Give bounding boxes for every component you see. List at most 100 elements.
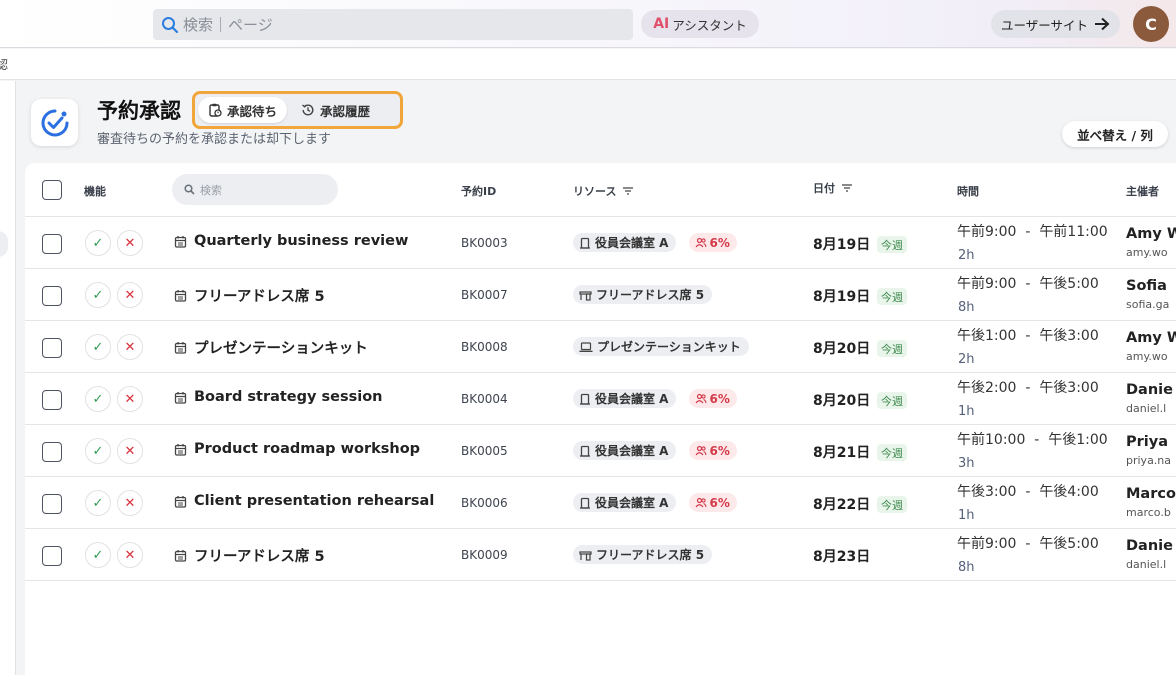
resource-chip[interactable]: 役員会議室 A bbox=[573, 441, 677, 460]
row-checkbox[interactable] bbox=[42, 338, 62, 358]
check-icon: ✓ bbox=[92, 339, 104, 355]
approve-button[interactable]: ✓ bbox=[85, 230, 111, 256]
booking-time: 午前9:00 - 午前11:00 bbox=[957, 224, 1108, 240]
resource-chip[interactable]: 役員会議室 A bbox=[573, 389, 677, 408]
booking-title[interactable]: Quarterly business review bbox=[174, 233, 408, 249]
ai-assistant-button[interactable]: AI アシスタント bbox=[641, 10, 759, 38]
sort-columns-button[interactable]: 並べ替え / 列 bbox=[1062, 121, 1168, 147]
resource-chip[interactable]: プレゼンテーションキット bbox=[573, 337, 749, 356]
column-time[interactable]: 時間 bbox=[957, 183, 979, 199]
capacity-badge: 6% bbox=[688, 493, 737, 512]
resource-chip[interactable]: フリーアドレス席 5 bbox=[573, 285, 713, 304]
table-row[interactable]: ✓ ✕ プレゼンテーションキット BK0008 プレゼンテーションキット 8月20日 今週 午… bbox=[25, 321, 1176, 373]
booking-title[interactable]: フリーアドレス席 5 bbox=[174, 545, 325, 566]
global-search[interactable]: 検索｜ページ bbox=[153, 9, 633, 40]
capacity-badge: 6% bbox=[688, 389, 737, 408]
approve-button[interactable]: ✓ bbox=[85, 282, 111, 308]
ai-assistant-label: アシスタント bbox=[672, 17, 747, 33]
reject-button[interactable]: ✕ bbox=[117, 386, 143, 412]
row-checkbox[interactable] bbox=[42, 546, 62, 566]
column-booking-id[interactable]: 予約ID bbox=[461, 183, 496, 199]
page-title: 予約承認 bbox=[97, 99, 181, 123]
booking-date: 8月23日 bbox=[813, 549, 871, 565]
booking-title-text: Client presentation rehearsal bbox=[194, 493, 435, 509]
people-icon bbox=[695, 497, 707, 508]
table-search-input[interactable]: 検索 bbox=[172, 174, 338, 205]
host-name: Marco bbox=[1126, 486, 1176, 502]
table-row[interactable]: ✓ ✕ フリーアドレス席 5 BK0007 フリーアドレス席 5 8月19日 今週 午前9:0… bbox=[25, 269, 1176, 321]
breadcrumb[interactable]: 認 bbox=[0, 56, 8, 73]
reject-button[interactable]: ✕ bbox=[117, 282, 143, 308]
table-row[interactable]: ✓ ✕ Client presentation rehearsal BK0006 役員会… bbox=[25, 477, 1176, 529]
booking-duration: 8h bbox=[958, 300, 975, 315]
calendar-icon bbox=[174, 495, 187, 508]
calendar-icon bbox=[174, 443, 187, 456]
resource-chip[interactable]: 役員会議室 A bbox=[573, 493, 677, 512]
row-checkbox[interactable] bbox=[42, 390, 62, 410]
capacity-percent: 6% bbox=[709, 391, 730, 406]
filter-icon[interactable] bbox=[622, 186, 634, 196]
booking-title[interactable]: フリーアドレス席 5 bbox=[174, 285, 325, 306]
table-row[interactable]: ✓ ✕ フリーアドレス席 5 BK0009 フリーアドレス席 5 8月23日 午前9:00 … bbox=[25, 529, 1176, 581]
global-search-placeholder: 検索｜ページ bbox=[183, 16, 273, 34]
column-resource[interactable]: リソース bbox=[573, 183, 634, 199]
end-time: 午前11:00 bbox=[1039, 224, 1108, 240]
tab-pending[interactable]: 承認待ち bbox=[198, 97, 288, 123]
approve-button[interactable]: ✓ bbox=[85, 542, 111, 568]
booking-title-text: Product roadmap workshop bbox=[194, 441, 421, 457]
top-bar: 検索｜ページ AI アシスタント ユーザーサイト C bbox=[0, 0, 1176, 48]
reject-button[interactable]: ✕ bbox=[117, 490, 143, 516]
booking-title[interactable]: Client presentation rehearsal bbox=[174, 493, 434, 509]
row-checkbox[interactable] bbox=[42, 286, 62, 306]
reject-button[interactable]: ✕ bbox=[117, 438, 143, 464]
booking-date: 8月22日 bbox=[813, 497, 871, 513]
booking-title-text: Quarterly business review bbox=[194, 233, 409, 249]
host-email: amy.wo bbox=[1126, 246, 1168, 259]
approve-button[interactable]: ✓ bbox=[85, 490, 111, 516]
resource-label: フリーアドレス席 5 bbox=[596, 548, 705, 562]
sidebar-handle[interactable] bbox=[0, 231, 8, 257]
this-week-badge: 今週 bbox=[877, 392, 907, 409]
host-name: Priya bbox=[1126, 434, 1168, 450]
tab-history[interactable]: 承認履歴 bbox=[291, 97, 380, 123]
host-email: daniel.l bbox=[1126, 402, 1167, 415]
breadcrumb-bar: 認 bbox=[0, 49, 1176, 80]
booking-id: BK0005 bbox=[461, 444, 508, 458]
resource-label: 役員会議室 A bbox=[595, 236, 669, 250]
reject-button[interactable]: ✕ bbox=[117, 334, 143, 360]
booking-title[interactable]: プレゼンテーションキット bbox=[174, 337, 368, 358]
start-time: 午前9:00 bbox=[957, 536, 1017, 552]
filter-icon[interactable] bbox=[841, 183, 853, 193]
user-site-button[interactable]: ユーザーサイト bbox=[991, 10, 1120, 38]
booking-duration: 3h bbox=[958, 456, 975, 471]
capacity-percent: 6% bbox=[709, 235, 730, 250]
booking-title[interactable]: Board strategy session bbox=[174, 389, 383, 405]
table-row[interactable]: ✓ ✕ Product roadmap workshop BK0005 役員会議室 A 6… bbox=[25, 425, 1176, 477]
host-name: Danie bbox=[1126, 538, 1173, 554]
booking-date: 8月19日 bbox=[813, 289, 871, 305]
row-checkbox[interactable] bbox=[42, 494, 62, 514]
approve-button[interactable]: ✓ bbox=[85, 438, 111, 464]
table-row[interactable]: ✓ ✕ Board strategy session BK0004 役員会議室 A 6% 8… bbox=[25, 373, 1176, 425]
table-row[interactable]: ✓ ✕ Quarterly business review BK0003 役員会議室 A… bbox=[25, 217, 1176, 269]
booking-date: 8月20日 bbox=[813, 393, 871, 409]
reject-button[interactable]: ✕ bbox=[117, 230, 143, 256]
row-checkbox[interactable] bbox=[42, 442, 62, 462]
row-checkbox[interactable] bbox=[42, 234, 62, 254]
close-icon: ✕ bbox=[124, 391, 136, 407]
reject-button[interactable]: ✕ bbox=[117, 542, 143, 568]
select-all-checkbox[interactable] bbox=[42, 180, 62, 200]
host-email: sofia.ga bbox=[1126, 298, 1170, 311]
approve-button[interactable]: ✓ bbox=[85, 334, 111, 360]
booking-time: 午前9:00 - 午後5:00 bbox=[957, 536, 1099, 552]
host-email: daniel.l bbox=[1126, 558, 1167, 571]
resource-chip[interactable]: フリーアドレス席 5 bbox=[573, 545, 713, 564]
approve-button[interactable]: ✓ bbox=[85, 386, 111, 412]
column-date[interactable]: 日付 bbox=[813, 180, 853, 196]
resource-chip[interactable]: 役員会議室 A bbox=[573, 233, 677, 252]
booking-title[interactable]: Product roadmap workshop bbox=[174, 441, 420, 457]
check-icon: ✓ bbox=[92, 391, 104, 407]
check-icon: ✓ bbox=[92, 287, 104, 303]
avatar[interactable]: C bbox=[1133, 6, 1169, 42]
column-host[interactable]: 主催者 bbox=[1126, 183, 1159, 199]
